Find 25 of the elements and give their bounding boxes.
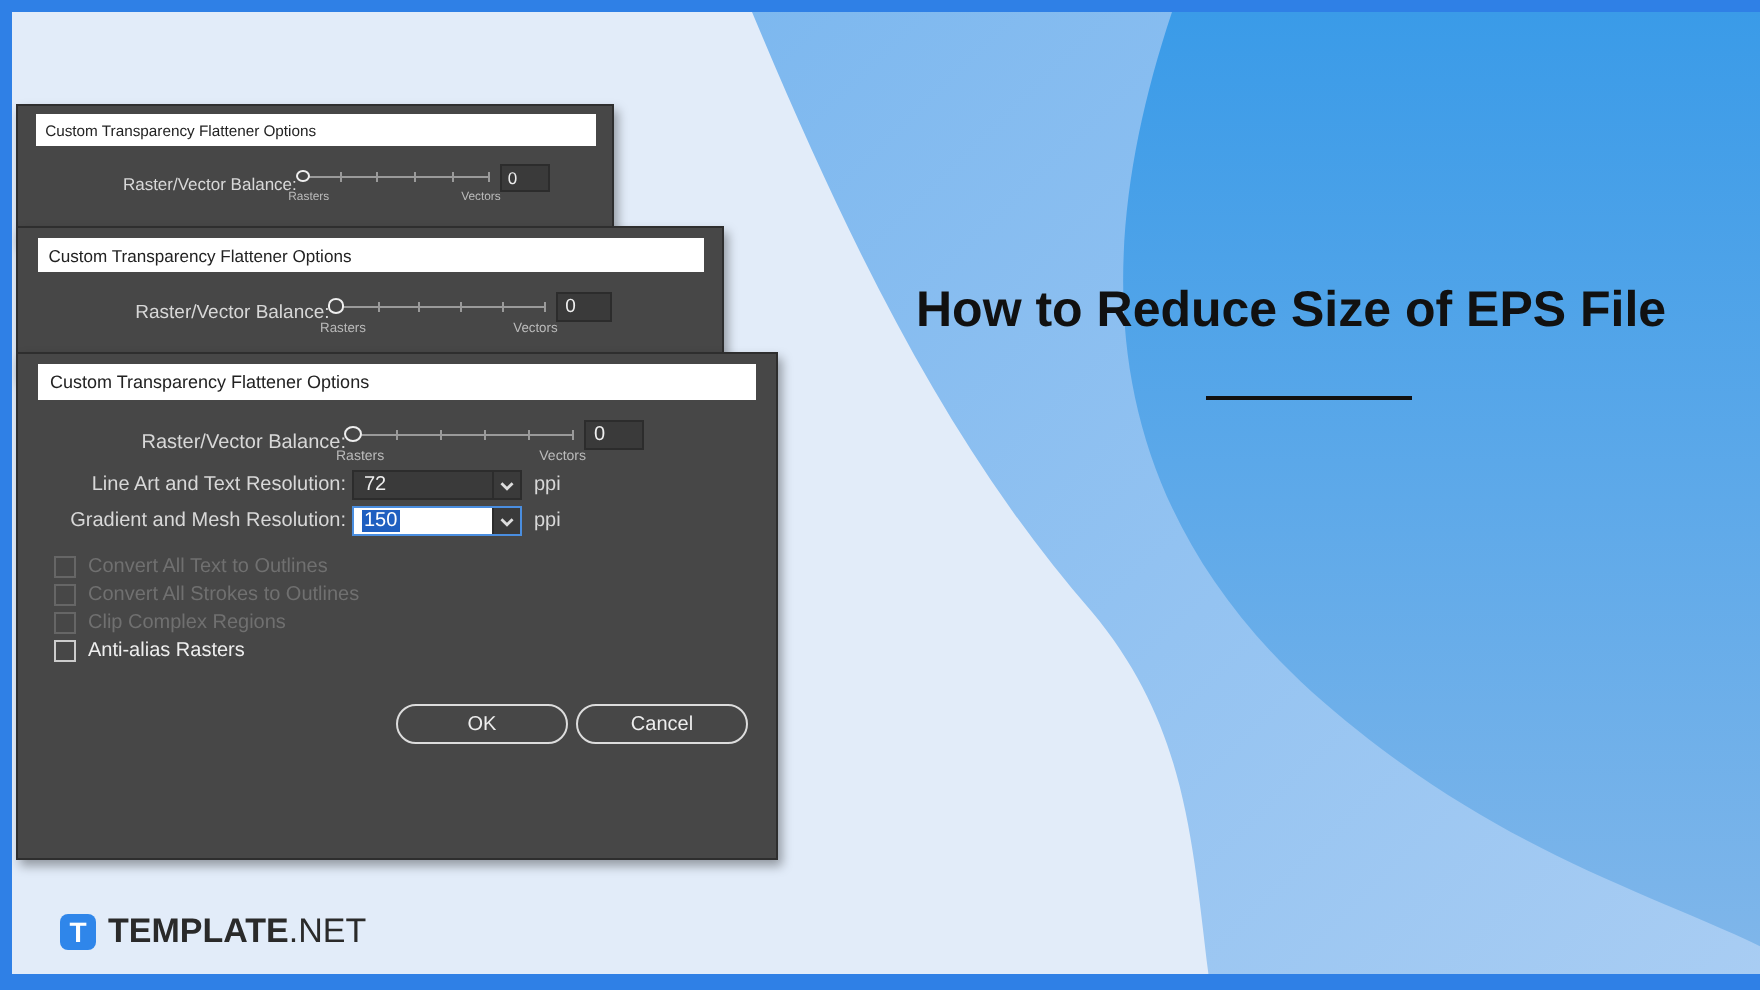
resolution-field[interactable]: 150	[352, 506, 522, 536]
ok-button[interactable]: OK	[396, 704, 568, 744]
resolution-label: Line Art and Text Resolution:	[89, 474, 346, 496]
balance-label: Raster/Vector Balance:	[139, 431, 346, 453]
unit-label: ppi	[534, 510, 561, 532]
slider-thumb[interactable]	[295, 169, 311, 183]
slider-thumb[interactable]	[327, 298, 345, 314]
chevron-down-icon[interactable]	[492, 508, 520, 534]
dialog-title: Custom Transparency Flattener Options	[37, 237, 703, 273]
slider-thumb[interactable]	[344, 426, 362, 442]
cancel-button[interactable]: Cancel	[576, 704, 748, 744]
page-heading: How to Reduce Size of EPS File	[916, 282, 1667, 340]
logo-wordmark: TEMPLATE.NET	[108, 912, 367, 952]
checkbox-option[interactable]: Anti-alias Rasters	[54, 640, 748, 662]
balance-label: Raster/Vector Balance:	[133, 302, 330, 325]
logo-mark: T	[60, 914, 96, 950]
resolution-label: Gradient and Mesh Resolution:	[68, 510, 346, 532]
balance-label: Raster/Vector Balance:	[120, 173, 297, 194]
balance-value-field[interactable]: 0	[584, 420, 644, 450]
balance-value-field[interactable]: 0	[499, 163, 551, 192]
dialog-title: Custom Transparency Flattener Options	[38, 364, 756, 400]
unit-label: ppi	[534, 474, 561, 496]
chevron-down-icon[interactable]	[492, 472, 520, 498]
resolution-field[interactable]: 72	[352, 470, 522, 500]
balance-value-field[interactable]: 0	[555, 291, 613, 322]
